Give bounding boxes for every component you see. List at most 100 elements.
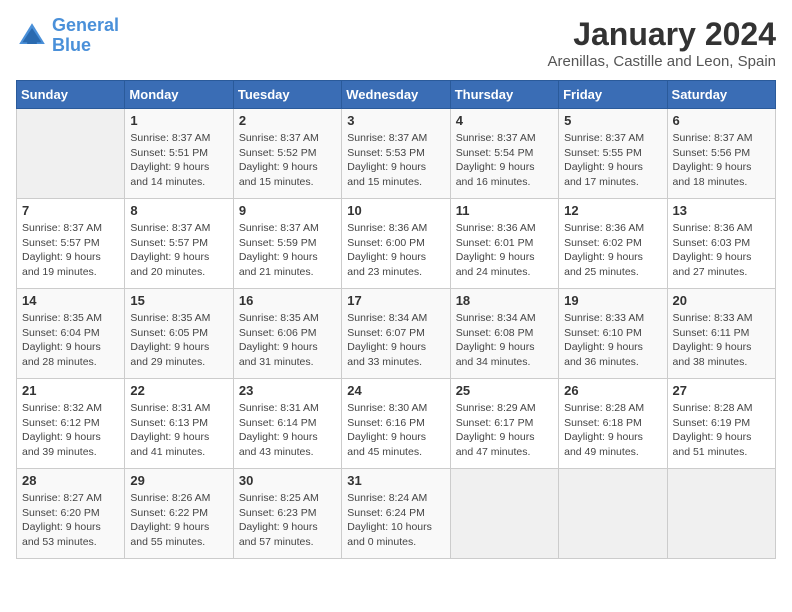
day-number: 23 (239, 383, 336, 398)
calendar-cell: 23 Sunrise: 8:31 AM Sunset: 6:14 PM Dayli… (233, 379, 341, 469)
day-info: Sunrise: 8:37 AM Sunset: 5:59 PM Dayligh… (239, 221, 336, 280)
day-number: 1 (130, 113, 227, 128)
day-number: 6 (673, 113, 770, 128)
calendar-week-5: 28Sunrise: 8:27 AM Sunset: 6:20 PM Dayli… (17, 469, 776, 559)
calendar-cell: 15Sunrise: 8:35 AM Sunset: 6:05 PM Dayli… (125, 289, 233, 379)
day-number: 25 (456, 383, 553, 398)
day-info: Sunrise: 8:36 AM Sunset: 6:01 PM Dayligh… (456, 221, 553, 280)
day-info: Sunrise: 8:37 AM Sunset: 5:51 PM Dayligh… (130, 131, 227, 190)
calendar-cell: 31 Sunrise: 8:24 AM Sunset: 6:24 PM Dayli… (342, 469, 450, 559)
logo: General Blue (16, 16, 119, 56)
day-number: 3 (347, 113, 444, 128)
calendar-cell: 14 Sunrise: 8:35 AM Sunset: 6:04 PM Dayli… (17, 289, 125, 379)
header-day-saturday: Saturday (667, 81, 775, 109)
day-info: Sunrise: 8:29 AM Sunset: 6:17 PM Dayligh… (456, 401, 553, 460)
day-info: Sunrise: 8:37 AM Sunset: 5:54 PM Dayligh… (456, 131, 553, 190)
day-number: 18 (456, 293, 553, 308)
calendar-week-4: 21 Sunrise: 8:32 AM Sunset: 6:12 PM Dayli… (17, 379, 776, 469)
day-info: Sunrise: 8:30 AM Sunset: 6:16 PM Dayligh… (347, 401, 444, 460)
day-info: Sunrise: 8:31 AM Sunset: 6:14 PM Dayligh… (239, 401, 336, 460)
day-info: Sunrise: 8:32 AM Sunset: 6:12 PM Dayligh… (22, 401, 119, 460)
day-number: 14 (22, 293, 119, 308)
header-day-monday: Monday (125, 81, 233, 109)
day-info: Sunrise: 8:37 AM Sunset: 5:52 PM Dayligh… (239, 131, 336, 190)
day-number: 2 (239, 113, 336, 128)
calendar-cell: 28Sunrise: 8:27 AM Sunset: 6:20 PM Dayli… (17, 469, 125, 559)
calendar-week-1: 1 Sunrise: 8:37 AM Sunset: 5:51 PM Daylig… (17, 109, 776, 199)
day-info: Sunrise: 8:37 AM Sunset: 5:55 PM Dayligh… (564, 131, 661, 190)
day-info: Sunrise: 8:35 AM Sunset: 6:06 PM Dayligh… (239, 311, 336, 370)
header: General Blue January 2024 Arenillas, Cas… (16, 16, 776, 70)
calendar-cell: 7 Sunrise: 8:37 AM Sunset: 5:57 PM Daylig… (17, 199, 125, 289)
calendar-week-3: 14 Sunrise: 8:35 AM Sunset: 6:04 PM Dayli… (17, 289, 776, 379)
calendar-week-2: 7 Sunrise: 8:37 AM Sunset: 5:57 PM Daylig… (17, 199, 776, 289)
calendar-cell (17, 109, 125, 199)
title-block: January 2024 Arenillas, Castille and Leo… (548, 16, 776, 70)
day-info: Sunrise: 8:34 AM Sunset: 6:08 PM Dayligh… (456, 311, 553, 370)
calendar-cell: 21 Sunrise: 8:32 AM Sunset: 6:12 PM Dayli… (17, 379, 125, 469)
day-number: 20 (673, 293, 770, 308)
day-number: 10 (347, 203, 444, 218)
day-number: 11 (456, 203, 553, 218)
day-info: Sunrise: 8:33 AM Sunset: 6:10 PM Dayligh… (564, 311, 661, 370)
calendar-cell (559, 469, 667, 559)
day-number: 17 (347, 293, 444, 308)
calendar-title: January 2024 (548, 16, 776, 53)
day-number: 15 (130, 293, 227, 308)
calendar-table: SundayMondayTuesdayWednesdayThursdayFrid… (16, 80, 776, 559)
calendar-cell: 16Sunrise: 8:35 AM Sunset: 6:06 PM Dayli… (233, 289, 341, 379)
calendar-cell: 22 Sunrise: 8:31 AM Sunset: 6:13 PM Dayli… (125, 379, 233, 469)
day-info: Sunrise: 8:37 AM Sunset: 5:56 PM Dayligh… (673, 131, 770, 190)
logo-line2: Blue (52, 35, 91, 55)
header-day-tuesday: Tuesday (233, 81, 341, 109)
logo-icon (16, 20, 48, 52)
calendar-header-row: SundayMondayTuesdayWednesdayThursdayFrid… (17, 81, 776, 109)
day-number: 21 (22, 383, 119, 398)
calendar-cell: 5 Sunrise: 8:37 AM Sunset: 5:55 PM Daylig… (559, 109, 667, 199)
day-number: 30 (239, 473, 336, 488)
day-number: 31 (347, 473, 444, 488)
day-info: Sunrise: 8:33 AM Sunset: 6:11 PM Dayligh… (673, 311, 770, 370)
day-info: Sunrise: 8:35 AM Sunset: 6:04 PM Dayligh… (22, 311, 119, 370)
header-day-thursday: Thursday (450, 81, 558, 109)
calendar-cell: 11 Sunrise: 8:36 AM Sunset: 6:01 PM Dayli… (450, 199, 558, 289)
day-number: 13 (673, 203, 770, 218)
day-info: Sunrise: 8:36 AM Sunset: 6:00 PM Dayligh… (347, 221, 444, 280)
day-info: Sunrise: 8:24 AM Sunset: 6:24 PM Dayligh… (347, 491, 444, 550)
day-info: Sunrise: 8:37 AM Sunset: 5:57 PM Dayligh… (22, 221, 119, 280)
day-info: Sunrise: 8:28 AM Sunset: 6:19 PM Dayligh… (673, 401, 770, 460)
day-info: Sunrise: 8:31 AM Sunset: 6:13 PM Dayligh… (130, 401, 227, 460)
calendar-cell: 30Sunrise: 8:25 AM Sunset: 6:23 PM Dayli… (233, 469, 341, 559)
day-info: Sunrise: 8:34 AM Sunset: 6:07 PM Dayligh… (347, 311, 444, 370)
day-number: 22 (130, 383, 227, 398)
day-number: 5 (564, 113, 661, 128)
day-number: 28 (22, 473, 119, 488)
logo-line1: General (52, 15, 119, 35)
day-info: Sunrise: 8:37 AM Sunset: 5:53 PM Dayligh… (347, 131, 444, 190)
calendar-cell: 3 Sunrise: 8:37 AM Sunset: 5:53 PM Daylig… (342, 109, 450, 199)
day-info: Sunrise: 8:28 AM Sunset: 6:18 PM Dayligh… (564, 401, 661, 460)
calendar-cell: 9Sunrise: 8:37 AM Sunset: 5:59 PM Daylig… (233, 199, 341, 289)
calendar-cell: 2 Sunrise: 8:37 AM Sunset: 5:52 PM Daylig… (233, 109, 341, 199)
day-info: Sunrise: 8:37 AM Sunset: 5:57 PM Dayligh… (130, 221, 227, 280)
calendar-cell: 6 Sunrise: 8:37 AM Sunset: 5:56 PM Daylig… (667, 109, 775, 199)
calendar-cell: 13 Sunrise: 8:36 AM Sunset: 6:03 PM Dayli… (667, 199, 775, 289)
calendar-cell (450, 469, 558, 559)
calendar-subtitle: Arenillas, Castille and Leon, Spain (548, 53, 776, 70)
day-number: 27 (673, 383, 770, 398)
calendar-body: 1 Sunrise: 8:37 AM Sunset: 5:51 PM Daylig… (17, 109, 776, 559)
day-info: Sunrise: 8:36 AM Sunset: 6:02 PM Dayligh… (564, 221, 661, 280)
calendar-cell: 17 Sunrise: 8:34 AM Sunset: 6:07 PM Dayli… (342, 289, 450, 379)
calendar-cell: 20 Sunrise: 8:33 AM Sunset: 6:11 PM Dayli… (667, 289, 775, 379)
day-number: 19 (564, 293, 661, 308)
calendar-cell: 18 Sunrise: 8:34 AM Sunset: 6:08 PM Dayli… (450, 289, 558, 379)
calendar-cell: 12Sunrise: 8:36 AM Sunset: 6:02 PM Dayli… (559, 199, 667, 289)
day-number: 7 (22, 203, 119, 218)
day-number: 29 (130, 473, 227, 488)
calendar-cell: 4Sunrise: 8:37 AM Sunset: 5:54 PM Daylig… (450, 109, 558, 199)
calendar-cell: 24Sunrise: 8:30 AM Sunset: 6:16 PM Dayli… (342, 379, 450, 469)
calendar-cell (667, 469, 775, 559)
day-info: Sunrise: 8:36 AM Sunset: 6:03 PM Dayligh… (673, 221, 770, 280)
calendar-cell: 8Sunrise: 8:37 AM Sunset: 5:57 PM Daylig… (125, 199, 233, 289)
calendar-cell: 10 Sunrise: 8:36 AM Sunset: 6:00 PM Dayli… (342, 199, 450, 289)
